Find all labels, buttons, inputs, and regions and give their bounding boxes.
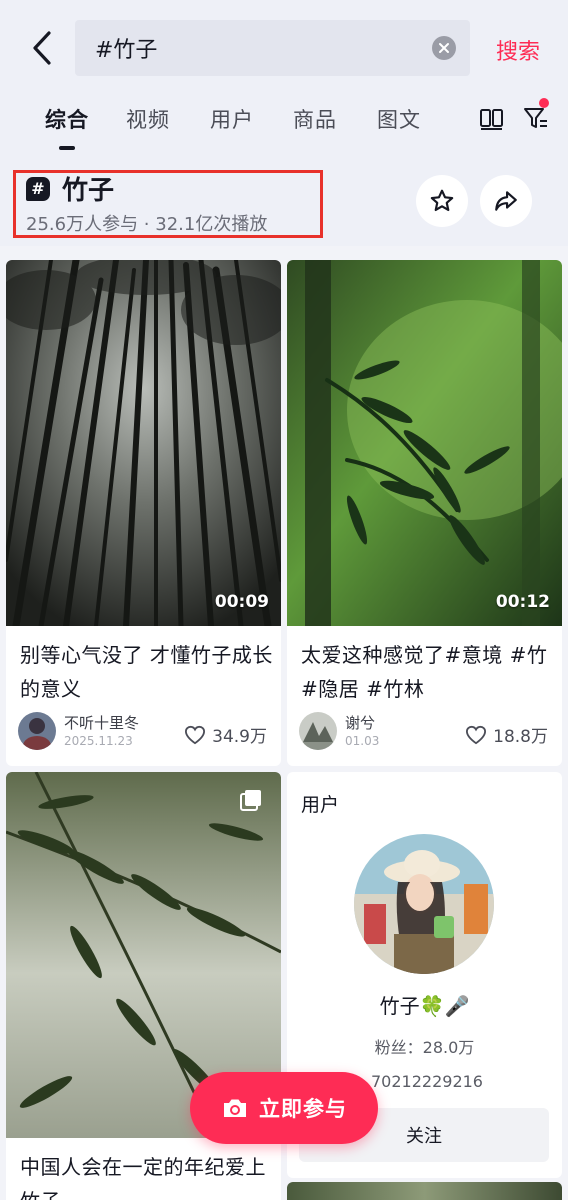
share-icon bbox=[495, 191, 517, 211]
like-button[interactable]: 18.8万 bbox=[465, 722, 548, 747]
video-duration: 00:09 bbox=[214, 592, 269, 612]
join-topic-button[interactable]: 立即参与 bbox=[190, 1072, 378, 1144]
heart-icon bbox=[185, 725, 206, 744]
like-button[interactable]: 34.9万 bbox=[184, 722, 267, 747]
video-card[interactable]: 00:12 太爱这种感觉了#意境 #竹 #隐居 #竹林 谢兮 01.03 18.… bbox=[287, 260, 562, 766]
next-result-card[interactable] bbox=[287, 1182, 562, 1200]
favorite-button[interactable] bbox=[416, 175, 468, 227]
results-feed: 00:09 别等心气没了 才懂竹子成长的意义 不听十里冬 2025.11.23 … bbox=[0, 246, 568, 1200]
layout-icon bbox=[480, 109, 503, 130]
star-icon bbox=[430, 189, 454, 212]
user-name: 竹子🍀🎤 bbox=[379, 994, 470, 1018]
video-title: 太爱这种感觉了#意境 #竹 #隐居 #竹林 bbox=[301, 643, 548, 701]
post-title: 中国人会在一定的年纪爱上竹子 bbox=[20, 1155, 266, 1200]
like-count: 34.9万 bbox=[212, 727, 267, 747]
tab-users[interactable]: 用户 bbox=[210, 104, 254, 134]
tab-overflow-fade bbox=[440, 96, 474, 146]
author-meta: 不听十里冬 2025.11.23 bbox=[64, 713, 139, 749]
album-icon bbox=[240, 790, 261, 811]
join-topic-label: 立即参与 bbox=[259, 1097, 347, 1121]
search-submit-button[interactable]: 搜索 bbox=[496, 34, 540, 66]
post-date: 01.03 bbox=[345, 734, 380, 748]
user-section-label: 用户 bbox=[301, 794, 340, 816]
user-follower-count: 粉丝：28.0万 bbox=[374, 1038, 475, 1057]
avatar bbox=[354, 834, 494, 974]
tab-products[interactable]: 商品 bbox=[293, 104, 337, 134]
video-card[interactable]: 00:09 别等心气没了 才懂竹子成长的意义 不听十里冬 2025.11.23 … bbox=[6, 260, 281, 766]
heart-icon bbox=[466, 725, 487, 744]
author-meta: 谢兮 01.03 bbox=[345, 713, 379, 749]
tab-image-text[interactable]: 图文 bbox=[377, 104, 421, 134]
back-arrow-icon bbox=[33, 31, 51, 65]
author-name: 谢兮 bbox=[345, 714, 376, 732]
camera-icon bbox=[224, 1099, 246, 1117]
avatar bbox=[299, 712, 337, 750]
avatar bbox=[18, 712, 56, 750]
tab-video[interactable]: 视频 bbox=[126, 104, 170, 134]
layout-toggle-button[interactable] bbox=[479, 106, 505, 132]
video-duration: 00:12 bbox=[495, 592, 550, 612]
like-count: 18.8万 bbox=[493, 727, 548, 747]
author-row[interactable]: 不听十里冬 2025.11.23 bbox=[18, 712, 139, 750]
search-input[interactable]: #竹子 bbox=[75, 20, 470, 76]
active-tab-indicator bbox=[59, 146, 75, 150]
filter-icon bbox=[524, 108, 547, 128]
clear-search-button[interactable] bbox=[432, 36, 456, 60]
post-date: 2025.11.23 bbox=[64, 734, 133, 748]
video-title: 别等心气没了 才懂竹子成长的意义 bbox=[20, 643, 273, 701]
annotation-highlight-box bbox=[13, 170, 323, 238]
clear-icon bbox=[439, 43, 449, 53]
video-thumbnail: 00:09 bbox=[6, 260, 281, 626]
search-value: #竹子 bbox=[95, 38, 158, 63]
post-thumbnail bbox=[287, 1182, 562, 1200]
author-name: 不听十里冬 bbox=[64, 714, 140, 732]
back-button[interactable] bbox=[24, 28, 60, 68]
tab-all[interactable]: 综合 bbox=[45, 104, 89, 134]
share-button[interactable] bbox=[480, 175, 532, 227]
video-thumbnail: 00:12 bbox=[287, 260, 562, 626]
author-row[interactable]: 谢兮 01.03 bbox=[299, 712, 379, 750]
filter-notification-dot bbox=[539, 98, 549, 108]
filter-button[interactable] bbox=[522, 104, 550, 132]
top-bar: #竹子 搜索 bbox=[0, 0, 568, 96]
